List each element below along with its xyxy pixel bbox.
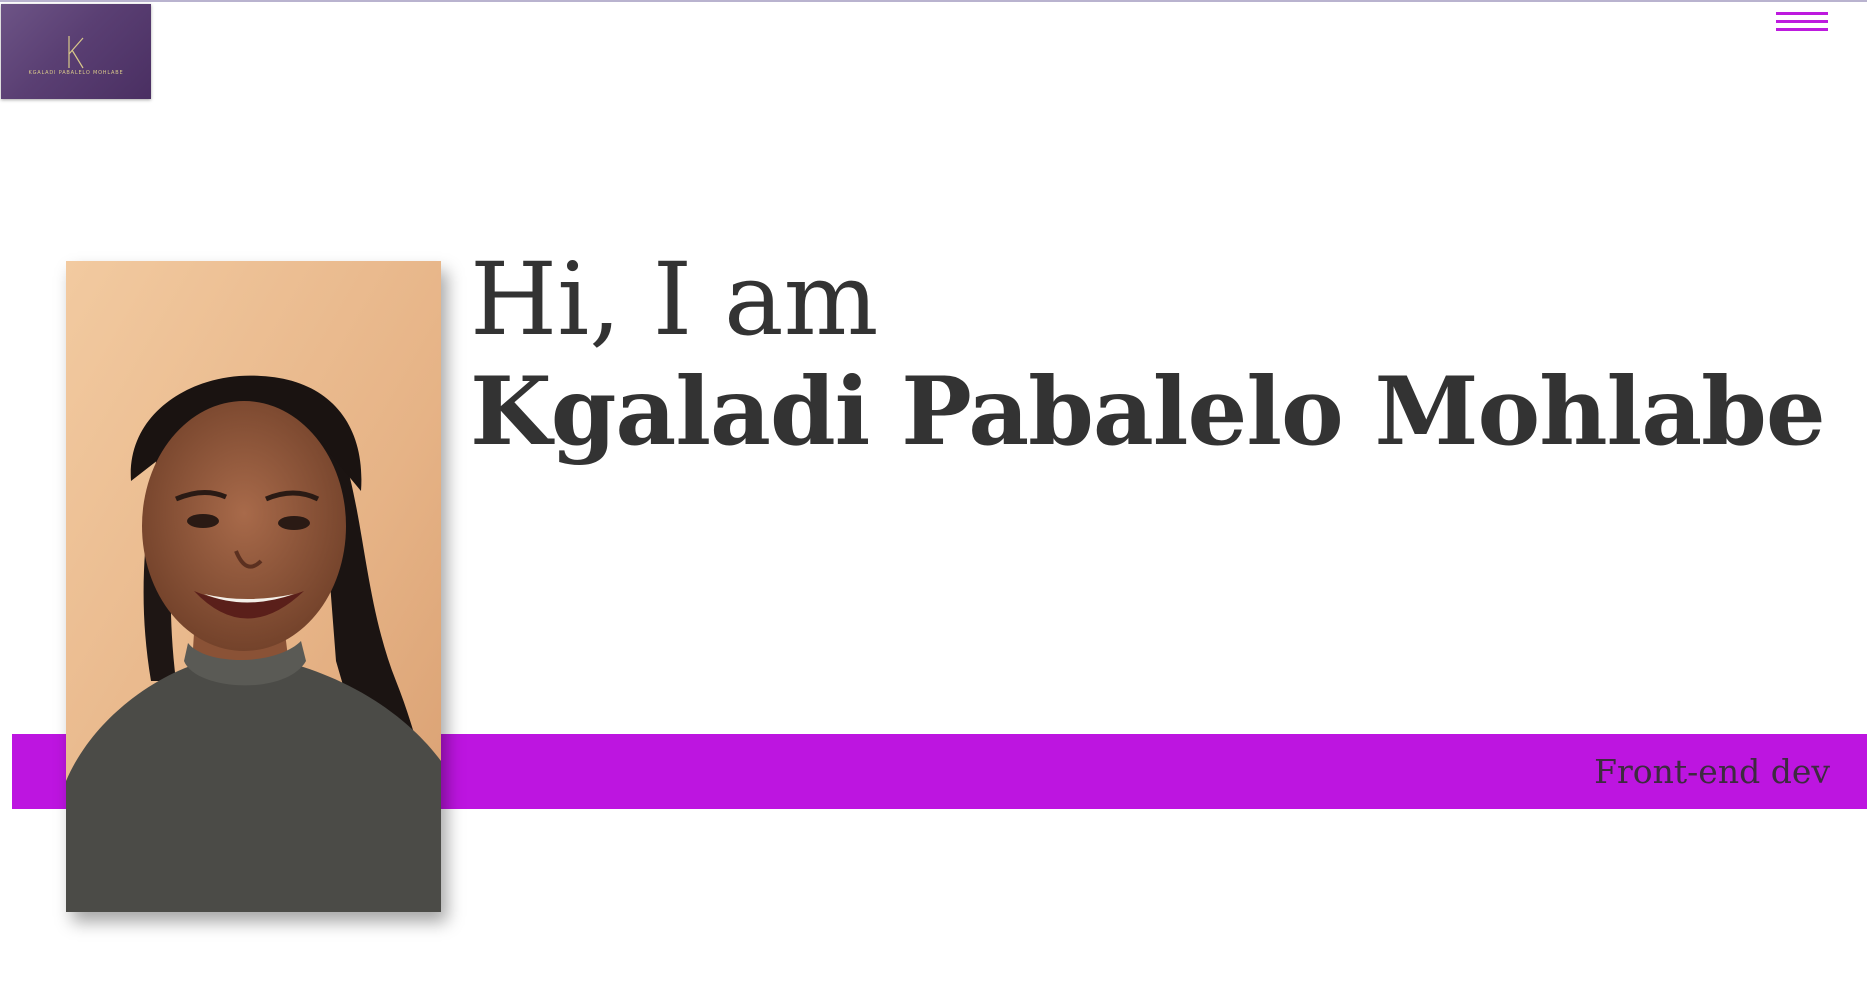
greeting-heading: Hi, I am [470, 241, 879, 358]
top-border [0, 0, 1867, 2]
logo-monogram-icon [68, 36, 84, 69]
full-name-heading: Kgaladi Pabalelo Mohlabe [470, 357, 1826, 467]
hamburger-menu-button[interactable] [1774, 8, 1830, 36]
logo-text: KGALADI PABALELO MOHLABE [28, 70, 124, 76]
profile-photo [66, 261, 441, 912]
role-label: Front-end dev [1594, 752, 1830, 791]
site-logo[interactable]: KGALADI PABALELO MOHLABE [1, 4, 151, 99]
